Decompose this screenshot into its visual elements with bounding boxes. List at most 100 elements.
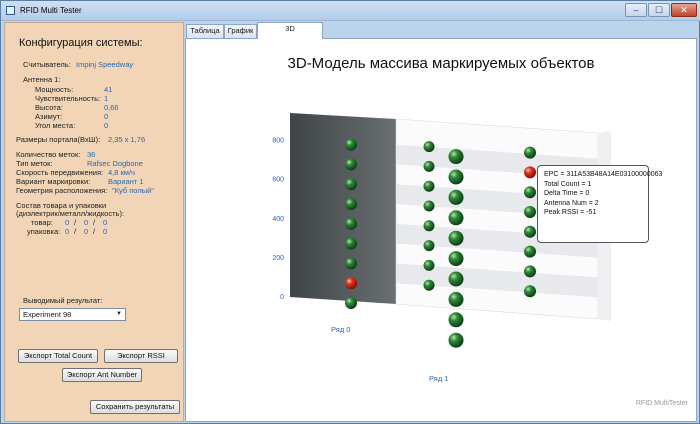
- tag-sphere[interactable]: [448, 149, 464, 165]
- product-sep-2: /: [93, 218, 96, 227]
- tag-sphere[interactable]: [423, 279, 435, 291]
- tag-sphere[interactable]: [448, 169, 464, 185]
- minimize-button[interactable]: ‒: [625, 3, 647, 17]
- tag-sphere-unread[interactable]: [524, 166, 536, 179]
- geometry-value: "Куб полый": [112, 186, 154, 195]
- y-tick-label: 800: [272, 138, 284, 145]
- geometry-label: Геометрия расположения:: [16, 186, 108, 195]
- tag-sphere[interactable]: [423, 160, 435, 172]
- height-label: Высота:: [35, 103, 63, 112]
- elevation-label: Угол места:: [35, 121, 76, 130]
- tag-sphere[interactable]: [448, 251, 464, 267]
- y-tick-label: 400: [272, 216, 284, 223]
- package-v1: 0: [65, 227, 70, 236]
- package-sep-2: /: [93, 227, 96, 236]
- tag-sphere[interactable]: [345, 297, 357, 309]
- tag-count-value: 36: [87, 150, 96, 159]
- package-v3: 0: [103, 227, 108, 236]
- tag-sphere[interactable]: [423, 220, 435, 232]
- tag-sphere[interactable]: [423, 240, 435, 252]
- window-title: RFID Multi Tester: [20, 6, 82, 15]
- tag-sphere[interactable]: [345, 158, 357, 171]
- config-heading: Конфигурация системы:: [19, 37, 143, 49]
- tag-sphere[interactable]: [423, 180, 435, 192]
- tooltip-antenna-num: Antenna Num = 2: [544, 199, 599, 207]
- tag-sphere[interactable]: [524, 146, 536, 159]
- elevation-value: 0: [104, 121, 109, 130]
- tooltip-epc: EPC = 311A53B48A14E03100000063: [544, 171, 663, 178]
- power-value: 41: [104, 85, 113, 94]
- product-v1: 0: [65, 218, 70, 227]
- tag-sphere[interactable]: [524, 285, 536, 298]
- tag-sphere[interactable]: [448, 312, 464, 328]
- tag-sphere[interactable]: [448, 189, 464, 205]
- tag-sphere-unread[interactable]: [345, 277, 357, 290]
- row-label-0: Ряд 0: [331, 325, 350, 334]
- tooltip-delta-time: Delta Time = 0: [544, 190, 590, 197]
- package-sep-1: /: [74, 227, 77, 236]
- export-ant-number-button[interactable]: Экспорт Ant Number: [62, 368, 142, 382]
- azimuth-label: Азимут:: [35, 112, 63, 121]
- tag-sphere[interactable]: [345, 237, 357, 250]
- tag-type-label: Тип меток:: [16, 159, 53, 168]
- close-button[interactable]: ✕: [671, 3, 697, 17]
- tag-sphere[interactable]: [423, 259, 435, 271]
- tag-tooltip: EPC = 311A53B48A14E03100000063 Total Cou…: [537, 165, 663, 243]
- chevron-down-icon: ▼: [116, 311, 122, 317]
- tag-sphere[interactable]: [448, 271, 464, 287]
- azimuth-value: 0: [104, 112, 109, 121]
- composition-label-2: (диэлектрик/металл/жидкость):: [16, 209, 125, 218]
- tag-sphere[interactable]: [345, 217, 357, 230]
- reader-value: Impinj Speedway: [76, 60, 134, 69]
- sensitivity-value: 1: [104, 94, 109, 103]
- product-v2: 0: [84, 218, 89, 227]
- result-select-value: Experiment 98: [23, 310, 72, 319]
- y-tick-label: 600: [272, 177, 284, 184]
- tag-sphere[interactable]: [345, 257, 357, 270]
- reader-label: Считыватель:: [23, 60, 71, 69]
- tag-sphere[interactable]: [524, 265, 536, 278]
- package-label: упаковка:: [27, 227, 61, 236]
- tag-sphere[interactable]: [345, 198, 357, 210]
- marking-label: Вариант маркировки:: [16, 177, 91, 186]
- product-v3: 0: [103, 218, 108, 227]
- antenna-label: Антенна 1:: [23, 75, 61, 84]
- portal-value: 2,35 x 1,76: [108, 135, 146, 144]
- export-total-count-button[interactable]: Экспорт Total Count: [18, 349, 98, 363]
- y-tick-label: 0: [280, 294, 284, 301]
- tag-sphere[interactable]: [345, 178, 357, 191]
- result-select[interactable]: Experiment 98 ▼: [19, 308, 126, 321]
- tag-sphere[interactable]: [448, 291, 464, 307]
- main-area: Таблица График 3D 3D-Модель массива марк…: [185, 22, 697, 422]
- tag-sphere[interactable]: [423, 141, 435, 153]
- tag-sphere[interactable]: [524, 245, 536, 258]
- tab-3d[interactable]: 3D: [257, 22, 323, 39]
- speed-label: Скорость передвижения:: [16, 168, 104, 177]
- tag-sphere[interactable]: [524, 206, 536, 218]
- tag-sphere[interactable]: [524, 225, 536, 238]
- y-tick-label: 200: [272, 255, 284, 262]
- config-sidebar: Конфигурация системы: Считыватель: Impin…: [4, 22, 184, 422]
- save-results-button[interactable]: Сохранить результаты: [90, 400, 180, 414]
- tag-sphere[interactable]: [448, 230, 464, 246]
- product-sep-1: /: [74, 218, 77, 227]
- tag-sphere[interactable]: [524, 186, 536, 199]
- export-rssi-button[interactable]: Экспорт RSSI: [104, 349, 178, 363]
- row-label-1: Ряд 1: [429, 374, 448, 383]
- maximize-button[interactable]: ☐: [648, 3, 670, 17]
- tag-sphere[interactable]: [345, 138, 357, 151]
- watermark: RFID MultiTester: [635, 400, 688, 407]
- tag-sphere[interactable]: [448, 332, 464, 348]
- title-bar[interactable]: RFID Multi Tester ‒ ☐ ✕: [1, 1, 700, 21]
- product-label: товар:: [31, 218, 53, 227]
- tag-sphere[interactable]: [423, 200, 435, 212]
- tab-table[interactable]: Таблица: [186, 24, 224, 38]
- tooltip-peak-rssi: Peak RSSI = -51: [544, 209, 597, 216]
- portal-label: Размеры портала(ВхШ):: [16, 135, 101, 144]
- tooltip-total-count: Total Count = 1: [544, 180, 592, 188]
- tag-sphere[interactable]: [448, 210, 464, 226]
- tab-graph[interactable]: График: [224, 24, 257, 38]
- power-label: Мощность:: [35, 85, 74, 94]
- app-window: RFID Multi Tester ‒ ☐ ✕ Конфигурация сис…: [0, 0, 700, 424]
- tag-type-value: Rafsec Dogbone: [87, 159, 143, 168]
